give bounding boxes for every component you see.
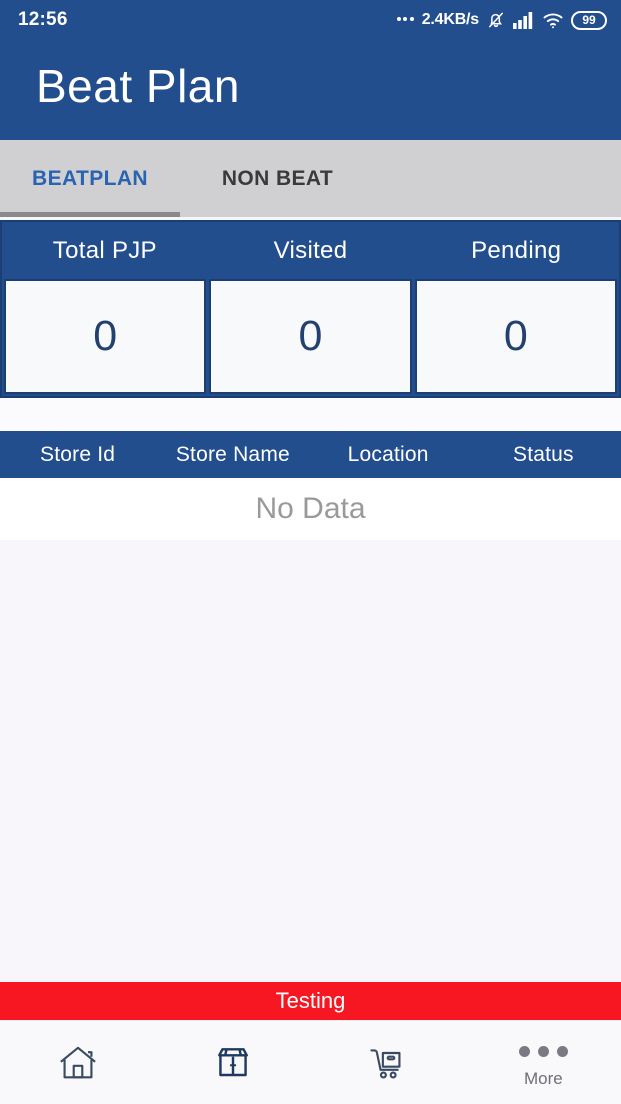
testing-banner: Testing bbox=[0, 982, 621, 1020]
page-title: Beat Plan bbox=[36, 60, 240, 112]
nav-item-store[interactable] bbox=[155, 1021, 310, 1104]
column-header-location: Location bbox=[347, 442, 429, 466]
more-dots-icon bbox=[518, 1038, 568, 1064]
stat-value-pending: 0 bbox=[503, 312, 528, 360]
app-screen: 12:56 2.4KB/s 99 Beat Plan BEATPLAN NON … bbox=[0, 0, 621, 1104]
stat-cell-pending[interactable]: 0 bbox=[414, 279, 617, 394]
nav-item-more[interactable]: More bbox=[466, 1021, 621, 1104]
nav-item-home[interactable] bbox=[0, 1021, 155, 1104]
battery-indicator: 99 bbox=[571, 10, 607, 30]
bottom-navigation-bar: More bbox=[0, 1020, 621, 1104]
stats-header-pending: Pending bbox=[471, 236, 562, 264]
column-header-store-id: Store Id bbox=[40, 442, 116, 466]
tab-non-beat[interactable]: NON BEAT bbox=[180, 140, 375, 217]
column-header-status: Status bbox=[513, 442, 574, 466]
home-icon bbox=[56, 1043, 100, 1083]
tab-beatplan[interactable]: BEATPLAN bbox=[0, 140, 180, 217]
stat-cell-visited[interactable]: 0 bbox=[209, 279, 412, 394]
stat-value-total-pjp: 0 bbox=[93, 312, 118, 360]
app-bar: Beat Plan bbox=[0, 40, 621, 140]
status-bar-clock: 12:56 bbox=[18, 9, 68, 30]
stats-values-row: 0 0 0 bbox=[2, 279, 619, 396]
status-bar-icons: 2.4KB/s 99 bbox=[396, 10, 607, 30]
store-table-header: Store Id Store Name Location Status bbox=[0, 431, 621, 478]
section-spacer bbox=[0, 398, 621, 431]
shopping-cart-icon bbox=[366, 1043, 410, 1083]
stat-cell-total-pjp[interactable]: 0 bbox=[4, 279, 207, 394]
tab-active-indicator bbox=[0, 212, 180, 217]
nav-item-more-label: More bbox=[524, 1069, 563, 1088]
stat-value-visited: 0 bbox=[298, 312, 323, 360]
empty-state: No Data bbox=[0, 478, 621, 540]
wifi-icon bbox=[542, 11, 564, 29]
nav-item-cart[interactable] bbox=[311, 1021, 466, 1104]
signal-bars-icon bbox=[513, 11, 535, 29]
stats-header-total-pjp: Total PJP bbox=[52, 236, 157, 264]
status-bar: 12:56 2.4KB/s 99 bbox=[0, 0, 621, 40]
stats-header-visited: Visited bbox=[273, 236, 348, 264]
store-table-body: No Data bbox=[0, 478, 621, 982]
column-header-store-name: Store Name bbox=[175, 442, 290, 466]
stats-header-row: Total PJP Visited Pending bbox=[2, 222, 619, 279]
testing-banner-label: Testing bbox=[275, 988, 346, 1013]
bell-muted-icon bbox=[486, 10, 506, 30]
empty-state-message: No Data bbox=[255, 492, 366, 525]
network-dots-icon bbox=[396, 17, 414, 23]
tab-bar: BEATPLAN NON BEAT bbox=[0, 140, 621, 217]
network-speed-label: 2.4KB/s bbox=[421, 11, 479, 28]
stats-card: Total PJP Visited Pending 0 0 0 bbox=[0, 220, 621, 398]
store-icon bbox=[213, 1044, 253, 1082]
